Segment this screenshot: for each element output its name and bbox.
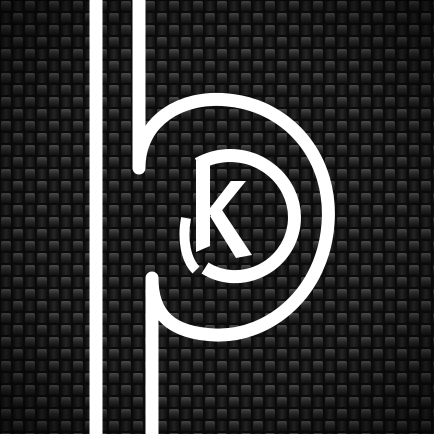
logo-canvas — [0, 0, 434, 434]
logo-artwork — [0, 0, 434, 434]
k-stem — [196, 156, 210, 252]
